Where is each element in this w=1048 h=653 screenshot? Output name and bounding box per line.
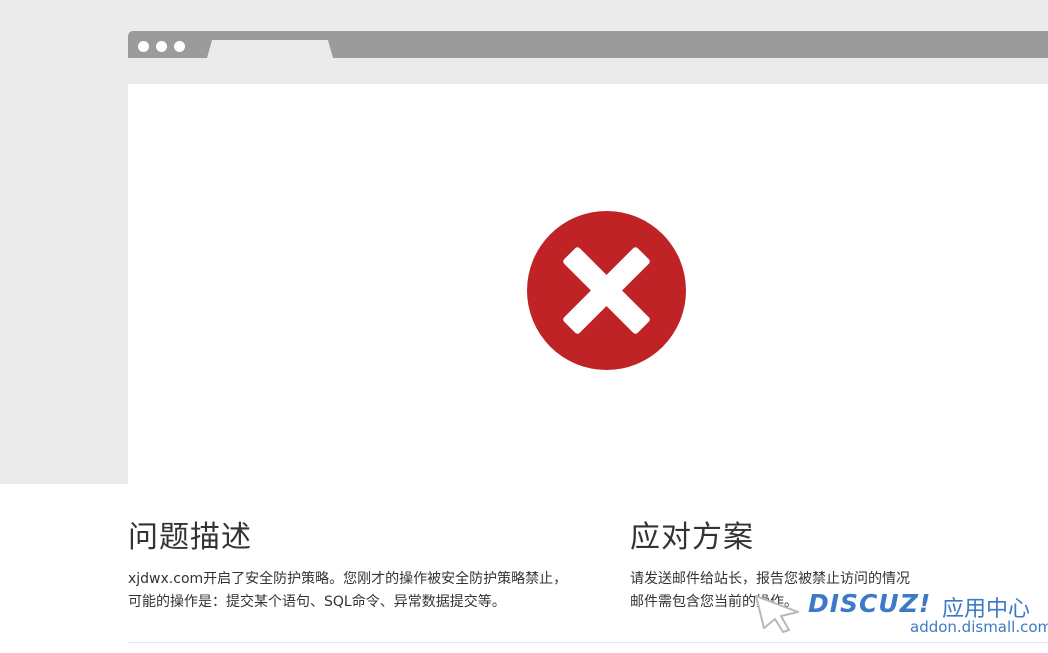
bottom-divider xyxy=(128,642,1048,643)
addon-url-text: addon.dismall.com xyxy=(910,618,1048,636)
problem-description-title: 问题描述 xyxy=(128,520,252,555)
window-dot-1 xyxy=(138,41,149,52)
problem-description-text: xjdwx.com开启了安全防护策略。您刚才的操作被安全防护策略禁止，可能的操作… xyxy=(128,571,568,610)
cursor-arrow-icon xyxy=(755,595,799,633)
browser-illustration-toolbar xyxy=(128,31,1048,58)
window-dot-3 xyxy=(174,41,185,52)
window-dot-2 xyxy=(156,41,167,52)
error-x-circle-icon xyxy=(527,211,686,370)
solution-title: 应对方案 xyxy=(630,520,754,555)
discuz-watermark: DISCUZ! 应用中心 addon.dismall.com xyxy=(752,588,1048,642)
discuz-logo-text: DISCUZ! xyxy=(808,589,932,618)
browser-illustration-tab xyxy=(207,40,333,58)
